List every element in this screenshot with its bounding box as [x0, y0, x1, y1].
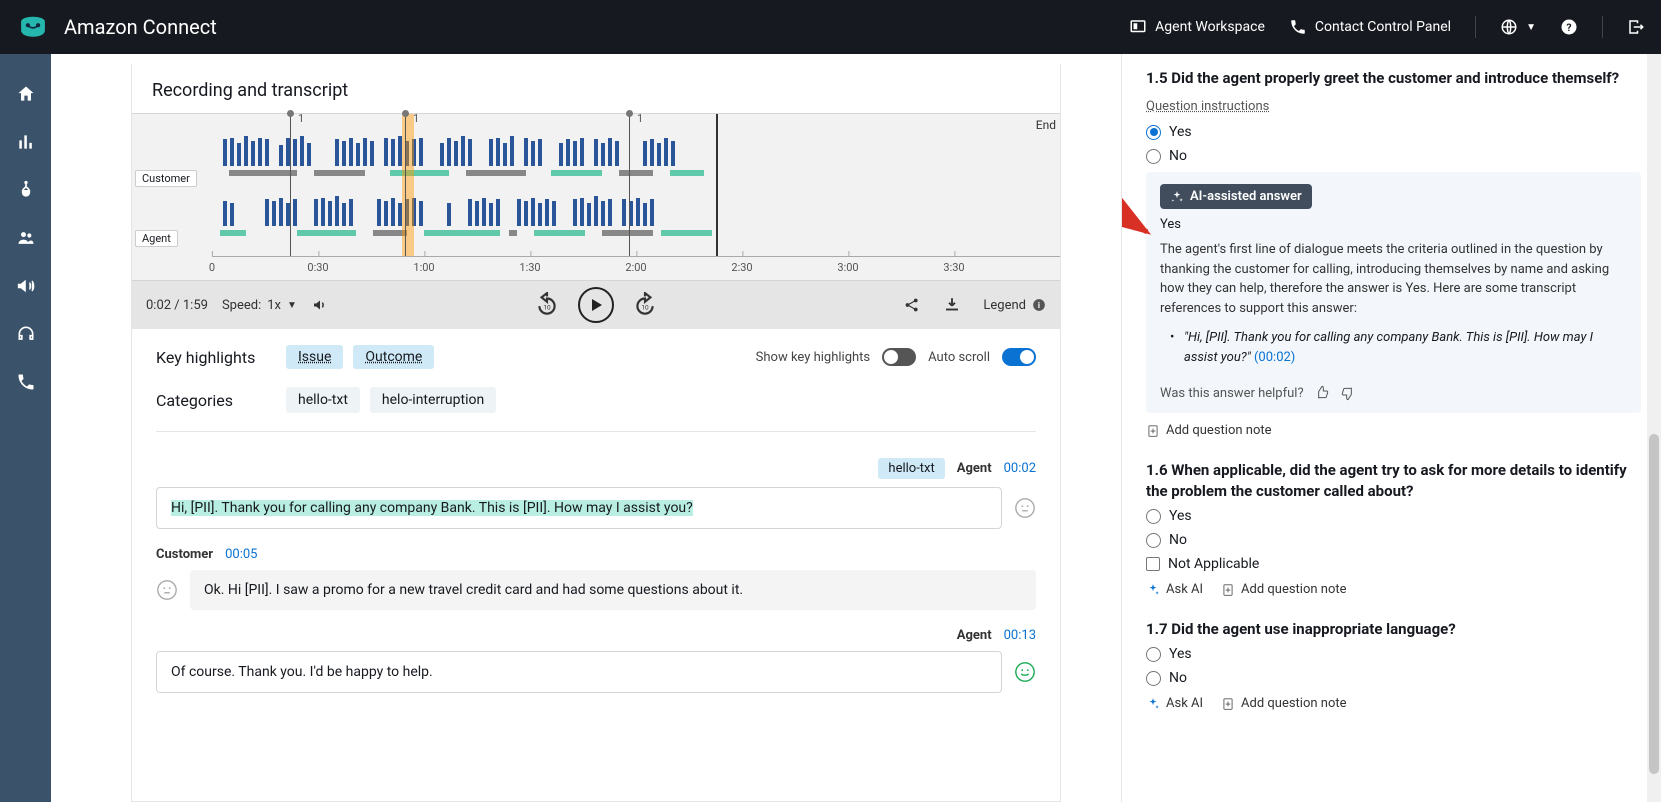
header-actions: Agent Workspace Contact Control Panel ▼ … — [1129, 16, 1645, 38]
left-nav — [0, 54, 51, 802]
question-title: 1.6 When applicable, did the agent try t… — [1146, 460, 1641, 502]
ai-explanation: The agent's first line of dialogue meets… — [1160, 240, 1627, 318]
transcript-message[interactable]: Hi, [PII]. Thank you for calling any com… — [156, 487, 1002, 529]
waveform-area[interactable]: End 1 1 1 Customer — [132, 113, 1060, 281]
phone-nav-icon[interactable] — [16, 372, 36, 392]
thumbs-up-icon[interactable] — [1314, 385, 1330, 401]
analytics-icon[interactable] — [16, 132, 36, 152]
customer-track-label: Customer — [135, 170, 197, 187]
timestamp-link[interactable]: 00:02 — [1004, 461, 1036, 476]
logout-button[interactable] — [1627, 18, 1645, 36]
agent-waveform — [212, 188, 1060, 236]
transcript-message[interactable]: Of course. Thank you. I'd be happy to he… — [156, 651, 1002, 693]
svg-text:10: 10 — [543, 303, 551, 311]
ai-badge: AI-assisted answer — [1160, 184, 1312, 209]
add-note-button[interactable]: Add question note — [1221, 696, 1347, 711]
ccp-link[interactable]: Contact Control Panel — [1289, 18, 1451, 36]
help-button[interactable]: ? — [1560, 18, 1578, 36]
svg-text:?: ? — [1566, 21, 1571, 34]
recording-panel: Recording and transcript End 1 1 1 Custo… — [131, 64, 1061, 802]
question-instructions-link[interactable]: Question instructions — [1146, 99, 1269, 114]
note-icon — [1146, 424, 1160, 438]
transcript: hello-txt Agent 00:02 Hi, [PII]. Thank y… — [132, 458, 1060, 731]
radio-yes[interactable] — [1146, 509, 1161, 524]
category-chip[interactable]: hello-txt — [286, 387, 360, 413]
playback-time: 0:02 / 1:59 — [146, 298, 208, 313]
key-highlights-label: Key highlights — [156, 348, 286, 367]
question-title: 1.7 Did the agent use inappropriate lang… — [1146, 619, 1641, 640]
svg-text:i: i — [1038, 300, 1040, 310]
ask-ai-button[interactable]: Ask AI — [1146, 582, 1203, 597]
customer-waveform — [212, 128, 1060, 176]
sparkle-icon — [1146, 697, 1160, 711]
top-header: Amazon Connect Agent Workspace Contact C… — [0, 0, 1661, 54]
product-name: Amazon Connect — [64, 15, 217, 39]
share-icon[interactable] — [903, 296, 921, 314]
checkbox-na[interactable] — [1146, 557, 1160, 571]
ai-answer-value: Yes — [1160, 217, 1627, 232]
logo[interactable]: Amazon Connect — [16, 13, 217, 41]
transcript-tag: hello-txt — [878, 458, 944, 479]
download-icon[interactable] — [943, 296, 961, 314]
auto-scroll-toggle[interactable] — [1002, 348, 1036, 366]
note-icon — [1221, 583, 1235, 597]
connect-logo-icon — [16, 13, 50, 41]
sentiment-neutral-icon — [156, 579, 178, 601]
show-highlights-toggle[interactable] — [882, 348, 916, 366]
help-icon: ? — [1560, 18, 1578, 36]
home-icon[interactable] — [16, 84, 36, 104]
sentiment-positive-icon — [1014, 661, 1036, 683]
sparkle-icon — [1170, 190, 1184, 204]
info-icon: i — [1032, 298, 1046, 312]
evaluation-panel: || 1.5 Did the agent properly greet the … — [1121, 54, 1661, 802]
ask-ai-button[interactable]: Ask AI — [1146, 696, 1203, 711]
outcome-chip[interactable]: Outcome — [353, 345, 434, 369]
workspace-icon — [1129, 18, 1147, 36]
agent-workspace-link[interactable]: Agent Workspace — [1129, 18, 1265, 36]
question-1-7: 1.7 Did the agent use inappropriate lang… — [1146, 619, 1641, 711]
logout-icon — [1627, 18, 1645, 36]
question-1-5: 1.5 Did the agent properly greet the cus… — [1146, 68, 1641, 438]
add-note-button[interactable]: Add question note — [1146, 423, 1272, 438]
svg-text:10: 10 — [641, 303, 649, 311]
radio-no[interactable] — [1146, 149, 1161, 164]
radio-yes[interactable] — [1146, 125, 1161, 140]
add-note-button[interactable]: Add question note — [1221, 582, 1347, 597]
agent-track-label: Agent — [135, 230, 178, 247]
player-bar: 0:02 / 1:59 Speed: 1x ▼ 10 10 Legendi — [132, 281, 1060, 329]
users-icon[interactable] — [16, 228, 36, 248]
campaigns-icon[interactable] — [16, 276, 36, 296]
legend-button[interactable]: Legendi — [983, 298, 1046, 313]
play-button[interactable] — [578, 287, 614, 323]
transcript-message[interactable]: Ok. Hi [PII]. I saw a promo for a new tr… — [190, 570, 1036, 610]
ai-quote: "Hi, [PII]. Thank you for calling any co… — [1184, 328, 1627, 367]
globe-icon — [1500, 18, 1518, 36]
question-title: 1.5 Did the agent properly greet the cus… — [1146, 68, 1641, 89]
question-1-6: 1.6 When applicable, did the agent try t… — [1146, 460, 1641, 597]
volume-icon[interactable] — [311, 296, 329, 314]
timestamp-link[interactable]: (00:02) — [1254, 350, 1295, 365]
sentiment-neutral-icon — [1014, 497, 1036, 519]
skip-back-button[interactable]: 10 — [534, 292, 560, 318]
radio-no[interactable] — [1146, 533, 1161, 548]
timestamp-link[interactable]: 00:05 — [225, 547, 257, 562]
recording-title: Recording and transcript — [132, 64, 1060, 113]
phone-icon — [1289, 18, 1307, 36]
radio-no[interactable] — [1146, 671, 1161, 686]
routing-icon[interactable] — [16, 180, 36, 200]
radio-yes[interactable] — [1146, 647, 1161, 662]
scrollbar[interactable] — [1647, 54, 1661, 802]
thumbs-down-icon[interactable] — [1340, 385, 1356, 401]
sparkle-icon — [1146, 583, 1160, 597]
timestamp-link[interactable]: 00:13 — [1004, 628, 1036, 643]
headset-icon[interactable] — [16, 324, 36, 344]
skip-forward-button[interactable]: 10 — [632, 292, 658, 318]
speed-selector[interactable]: Speed: 1x ▼ — [222, 298, 297, 313]
issue-chip[interactable]: Issue — [286, 345, 343, 369]
note-icon — [1221, 697, 1235, 711]
categories-label: Categories — [156, 391, 286, 410]
language-menu[interactable]: ▼ — [1500, 18, 1536, 36]
category-chip[interactable]: helo-interruption — [370, 387, 496, 413]
ai-answer-box: AI-assisted answer Yes The agent's first… — [1146, 172, 1641, 413]
